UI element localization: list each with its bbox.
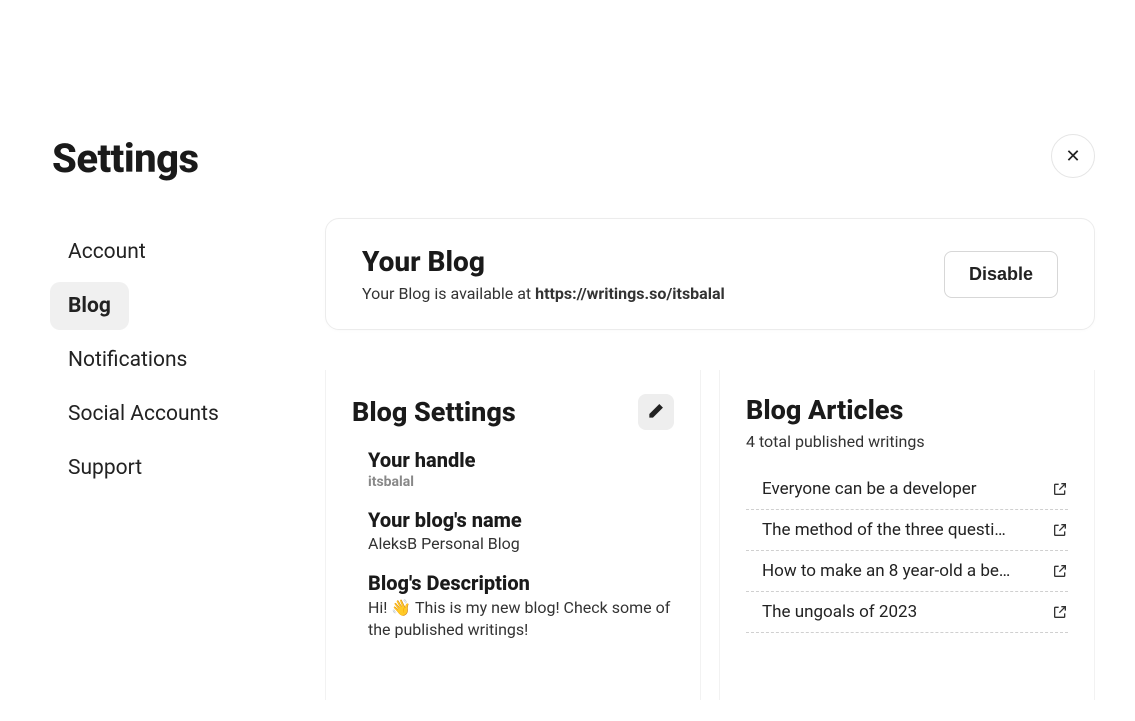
columns: Blog Settings Your handle itsbalal Your … [325,370,1095,700]
blog-url[interactable]: https://writings.so/itsbalal [535,284,725,303]
external-link-icon [1052,563,1068,579]
article-item[interactable]: Everyone can be a developer [746,469,1068,510]
desc-prefix: Hi! [368,598,391,617]
sidebar-item-blog[interactable]: Blog [50,282,129,330]
edit-blog-settings-button[interactable] [638,394,674,430]
external-link-icon [1052,604,1068,620]
blog-desc-label: Blog's Description [368,571,674,595]
blog-subtitle-prefix: Your Blog is available at [362,284,535,303]
wave-emoji-icon: 👋 [391,597,411,619]
blog-name-value: AleksB Personal Blog [368,534,674,553]
article-item[interactable]: How to make an 8 year-old a better ... [746,551,1068,592]
sidebar-item-support[interactable]: Support [50,444,310,492]
sidebar-item-account[interactable]: Account [50,228,310,276]
blog-articles-header: Blog Articles [746,394,1068,426]
article-title: How to make an 8 year-old a better ... [762,561,1012,581]
page-title: Settings [52,135,199,182]
blog-settings-title: Blog Settings [352,396,516,428]
settings-sidebar: Account Blog Notifications Social Accoun… [50,228,310,498]
close-icon: ✕ [1065,146,1080,167]
sidebar-item-social-accounts[interactable]: Social Accounts [50,390,310,438]
article-title: The method of the three questions!... [762,520,1012,540]
your-blog-subtitle: Your Blog is available at https://writin… [362,284,725,303]
blog-articles-subtitle: 4 total published writings [746,432,1068,451]
external-link-icon [1052,522,1068,538]
your-blog-card: Your Blog Your Blog is available at http… [325,218,1095,330]
blog-articles-card: Blog Articles 4 total published writings… [719,370,1095,700]
disable-button[interactable]: Disable [944,251,1058,298]
blog-desc-value: Hi! 👋 This is my new blog! Check some of… [368,597,674,642]
article-title: Everyone can be a developer [762,479,977,499]
your-blog-title: Your Blog [362,245,725,278]
external-link-icon [1052,481,1068,497]
main-content: Your Blog Your Blog is available at http… [325,218,1095,700]
handle-field: Your handle itsbalal [352,448,674,490]
handle-label: Your handle [368,448,674,472]
blog-name-label: Your blog's name [368,508,674,532]
desc-rest: This is my new blog! Check some of the p… [368,598,670,639]
article-item[interactable]: The ungoals of 2023 [746,592,1068,633]
pencil-icon [648,403,664,422]
your-blog-info: Your Blog Your Blog is available at http… [362,245,725,303]
handle-value: itsbalal [368,474,674,490]
article-item[interactable]: The method of the three questions!... [746,510,1068,551]
close-button[interactable]: ✕ [1051,134,1095,178]
blog-articles-title: Blog Articles [746,394,903,426]
article-title: The ungoals of 2023 [762,602,917,622]
article-list: Everyone can be a developer The method o… [746,469,1068,633]
blog-settings-card: Blog Settings Your handle itsbalal Your … [325,370,701,700]
sidebar-item-notifications[interactable]: Notifications [50,336,310,384]
blog-settings-header: Blog Settings [352,394,674,430]
blog-name-field: Your blog's name AleksB Personal Blog [352,508,674,553]
blog-desc-field: Blog's Description Hi! 👋 This is my new … [352,571,674,642]
